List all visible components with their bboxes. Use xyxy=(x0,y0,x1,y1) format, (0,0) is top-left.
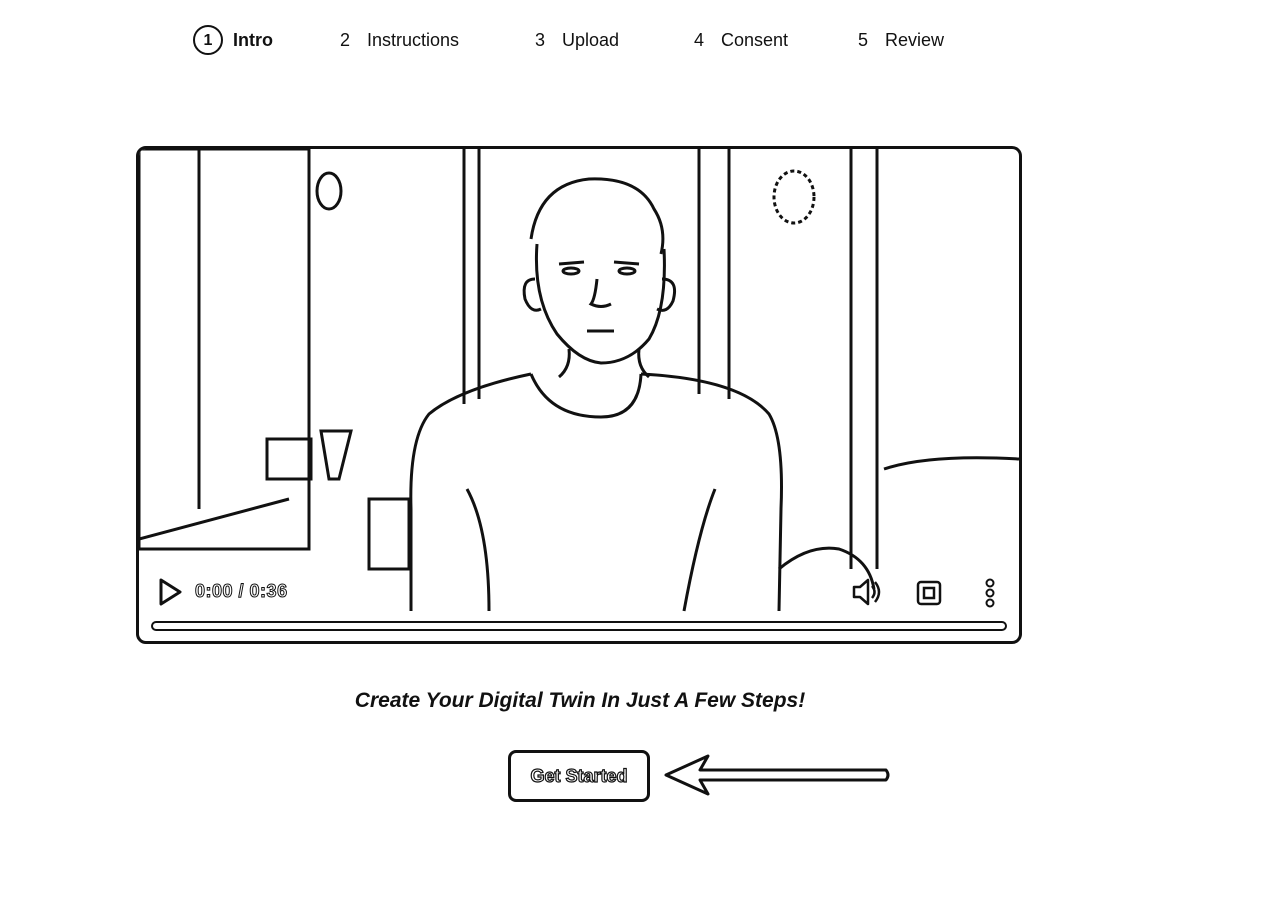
step-number: 2 xyxy=(339,29,350,50)
volume-icon[interactable] xyxy=(851,577,883,607)
get-started-button[interactable]: Get Started xyxy=(508,750,650,802)
step-instructions[interactable]: 2 Instructions xyxy=(335,22,459,58)
time-separator: / xyxy=(233,581,250,602)
duration: 0:36 xyxy=(249,581,288,602)
step-upload[interactable]: 3 Upload xyxy=(530,22,619,58)
progress-stepper: 1 Intro 2 Instructions 3 Upload 4 Consen… xyxy=(193,22,973,58)
step-label: Consent xyxy=(721,29,789,50)
step-consent[interactable]: 4 Consent xyxy=(689,22,788,58)
step-label: Upload xyxy=(562,29,620,50)
video-progress-bar[interactable] xyxy=(151,621,1007,631)
video-controls: 0:00 / 0:36 xyxy=(139,559,1019,641)
step-number: 1 xyxy=(193,25,223,55)
step-label: Instructions xyxy=(367,29,460,50)
arrow-left-icon xyxy=(664,754,890,796)
page-tagline: Create Your Digital Twin In Just A Few S… xyxy=(354,689,806,712)
more-vertical-icon[interactable] xyxy=(983,577,997,609)
step-review[interactable]: 5 Review xyxy=(853,22,944,58)
step-intro[interactable]: 1 Intro xyxy=(193,22,273,58)
step-label: Review xyxy=(885,29,945,50)
current-time: 0:00 xyxy=(194,581,234,602)
step-number: 4 xyxy=(693,29,704,50)
step-number: 3 xyxy=(534,29,545,50)
play-icon[interactable] xyxy=(157,577,183,607)
intro-video-player[interactable]: 0:00 / 0:36 xyxy=(136,146,1022,644)
picture-in-picture-icon[interactable] xyxy=(915,579,943,607)
step-label: Intro xyxy=(233,29,273,50)
time-display: 0:00 / 0:36 xyxy=(194,581,288,602)
step-number: 5 xyxy=(857,29,868,50)
